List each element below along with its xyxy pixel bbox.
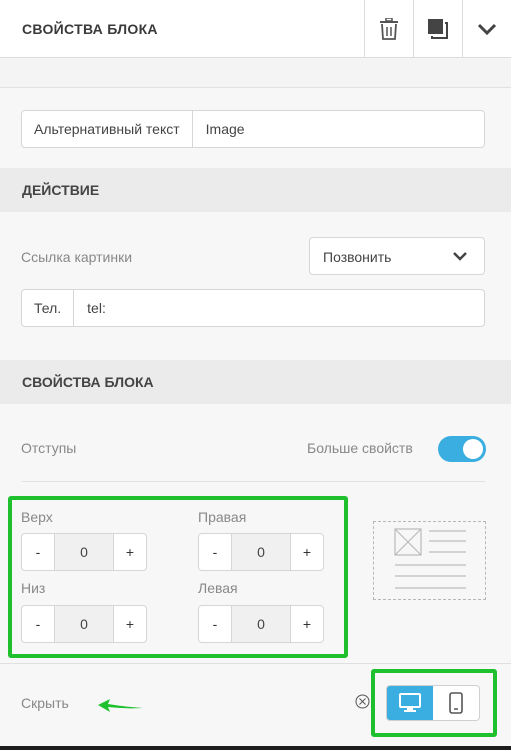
padding-highlight-box: [8, 496, 348, 658]
close-circle-icon[interactable]: [355, 694, 370, 709]
block-properties-section-header: СВОЙСТВА БЛОКА: [0, 360, 511, 404]
phone-input[interactable]: tel:: [74, 290, 484, 326]
panel-header: СВОЙСТВА БЛОКА: [0, 0, 511, 58]
layout-preview-icon: [394, 528, 466, 589]
image-link-label: Ссылка картинки: [21, 249, 133, 265]
panel-title: СВОЙСТВА БЛОКА: [22, 21, 158, 37]
copy-icon: [428, 18, 448, 39]
scrolled-content-strip: [0, 58, 511, 88]
chevron-down-icon: [477, 23, 497, 35]
duplicate-button[interactable]: [413, 0, 462, 57]
divider: [22, 481, 485, 482]
block-properties-panel: СВОЙСТВА БЛОКА Альтернативный текст Imag…: [0, 0, 511, 746]
block-properties-section-title: СВОЙСТВА БЛОКА: [22, 374, 154, 390]
footer-divider: [0, 663, 511, 664]
link-type-select[interactable]: Позвонить: [309, 237, 485, 275]
trash-icon: [380, 17, 398, 40]
arrow-left-icon: [98, 699, 143, 712]
more-properties-toggle[interactable]: [438, 436, 486, 462]
action-section-header: ДЕЙСТВИЕ: [0, 168, 511, 212]
action-section-title: ДЕЙСТВИЕ: [22, 182, 100, 198]
alt-text-label: Альтернативный текст: [22, 111, 193, 147]
chevron-down-icon: [453, 252, 467, 261]
bottom-edge: [0, 746, 511, 750]
alt-text-input[interactable]: Image: [193, 111, 484, 147]
collapse-button[interactable]: [462, 0, 511, 57]
delete-button[interactable]: [364, 0, 413, 57]
device-toggle-highlight-box: [371, 669, 497, 737]
padding-label: Отступы: [21, 440, 77, 456]
hide-label: Скрыть: [21, 695, 69, 711]
more-properties-label: Больше свойств: [307, 440, 413, 456]
link-type-value: Позвонить: [323, 249, 392, 265]
phone-field[interactable]: Тел. tel:: [21, 289, 485, 327]
padding-preview: [373, 521, 486, 600]
toggle-knob: [463, 439, 483, 459]
alt-text-field[interactable]: Альтернативный текст Image: [21, 110, 485, 148]
phone-label: Тел.: [22, 290, 75, 326]
